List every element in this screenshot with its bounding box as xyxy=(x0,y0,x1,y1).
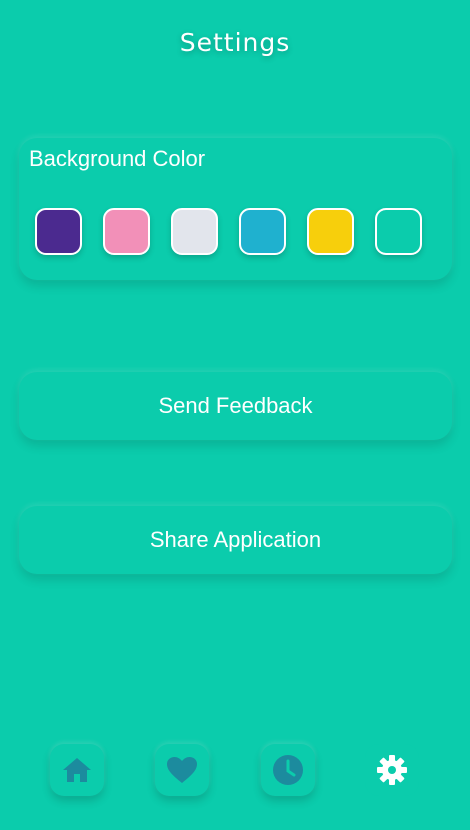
page-title: Settings xyxy=(179,28,291,57)
nav-settings-button[interactable] xyxy=(365,744,419,796)
clock-icon xyxy=(273,755,303,785)
send-feedback-button[interactable]: Send Feedback xyxy=(19,372,452,440)
color-swatch-teal[interactable] xyxy=(375,208,422,255)
background-color-label: Background Color xyxy=(29,146,206,171)
nav-favorites-button[interactable] xyxy=(155,744,209,796)
background-color-card: Background Color xyxy=(19,138,452,280)
color-swatch-pink[interactable] xyxy=(103,208,150,255)
home-icon xyxy=(63,758,91,782)
color-swatch-yellow[interactable] xyxy=(307,208,354,255)
share-application-button[interactable]: Share Application xyxy=(19,506,452,574)
heart-icon xyxy=(167,757,197,783)
nav-history-button[interactable] xyxy=(261,744,315,796)
nav-home-button[interactable] xyxy=(50,744,104,796)
color-swatch-blue[interactable] xyxy=(239,208,286,255)
gear-icon xyxy=(377,755,407,785)
color-swatch-light-gray[interactable] xyxy=(171,208,218,255)
color-swatch-purple[interactable] xyxy=(35,208,82,255)
